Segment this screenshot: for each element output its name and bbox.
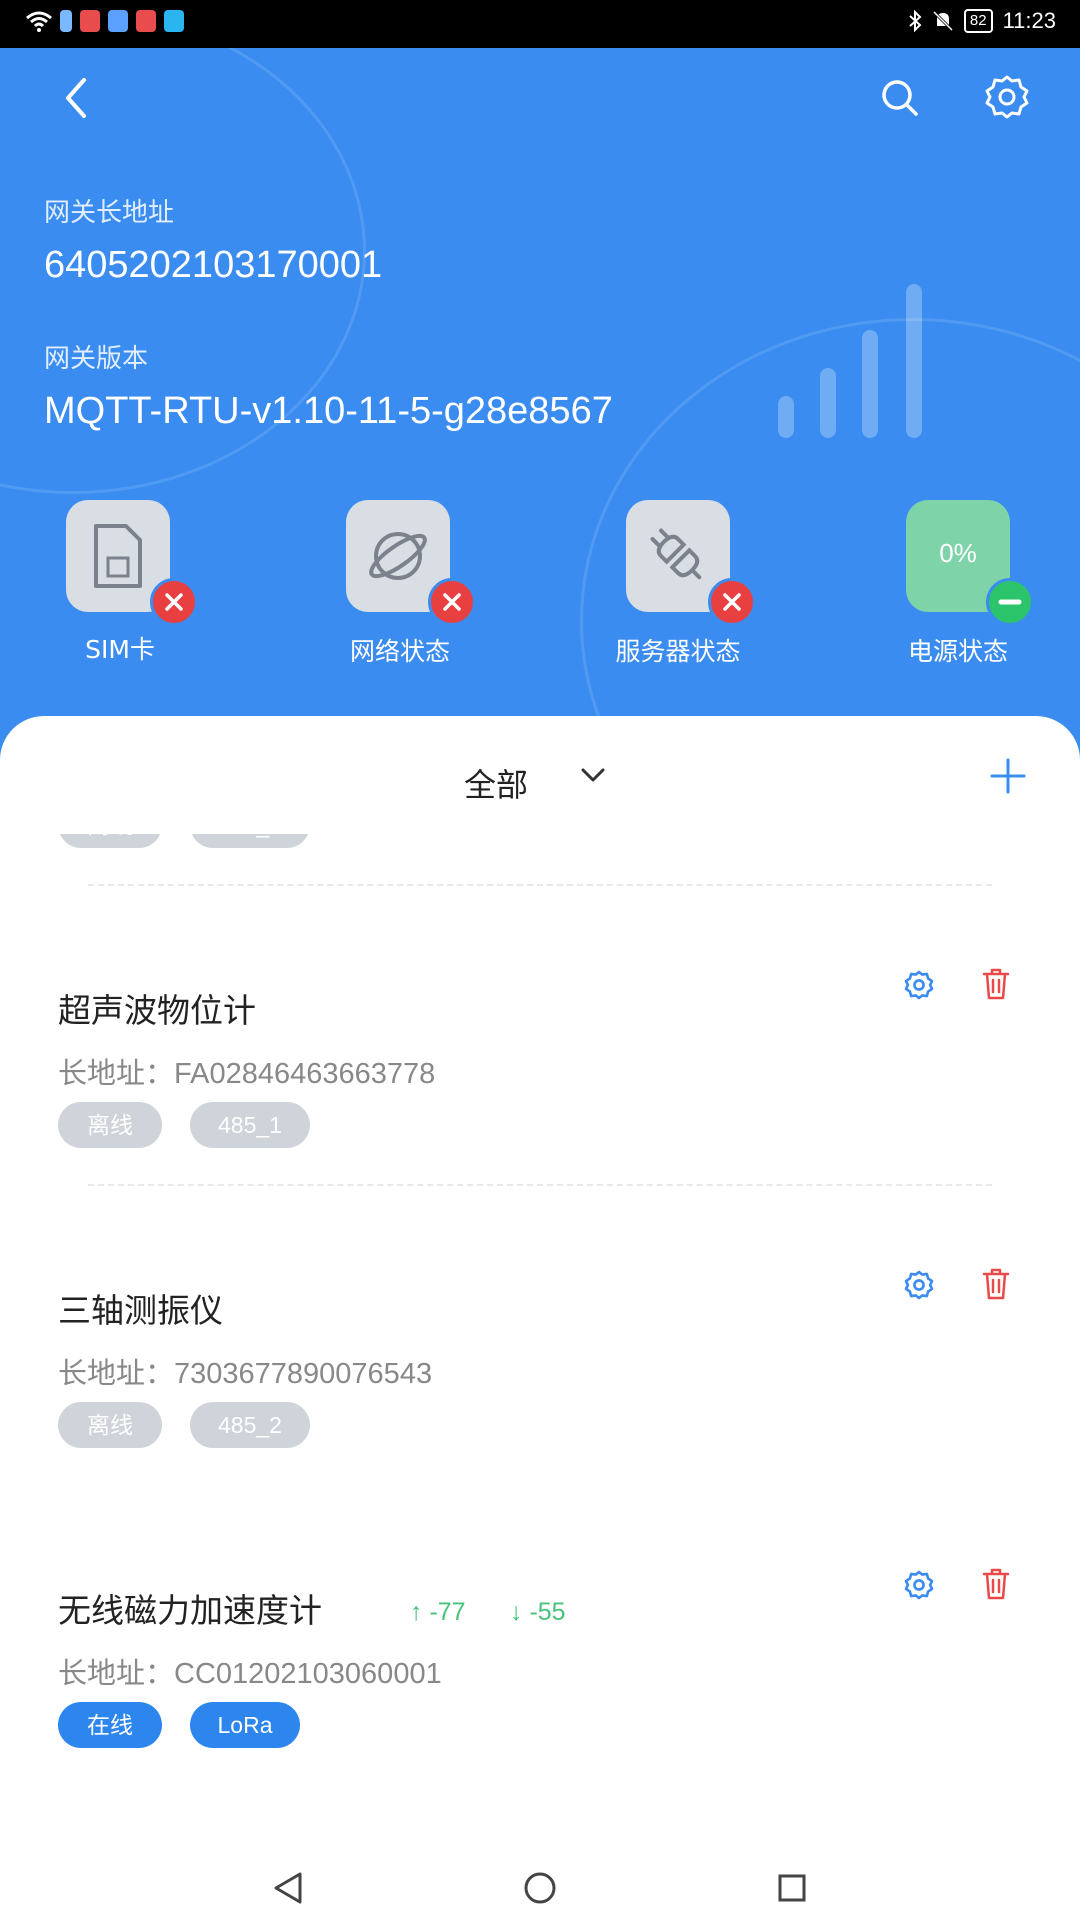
nav-back-icon[interactable] bbox=[272, 1870, 306, 1906]
minus-icon bbox=[998, 599, 1022, 605]
nav-recents-icon[interactable] bbox=[776, 1872, 808, 1904]
status-bar: 82 11:23 bbox=[0, 0, 1080, 48]
sim-status-tile[interactable] bbox=[66, 500, 198, 626]
divider bbox=[88, 884, 992, 886]
device-address: 长地址：FA02846463663778 bbox=[58, 1058, 436, 1090]
chevron-down-icon[interactable] bbox=[578, 760, 608, 790]
gateway-address-label: 网关长地址 bbox=[44, 198, 175, 228]
plug-icon bbox=[650, 528, 702, 580]
arrow-up-icon: ↑ bbox=[410, 1598, 430, 1626]
device-item[interactable]: 离线 485_1 bbox=[0, 834, 1080, 894]
search-app-icon bbox=[164, 10, 184, 32]
mute-bell-icon bbox=[932, 10, 953, 32]
device-name: 无线磁力加速度计 bbox=[58, 1591, 322, 1630]
device-list: 离线 485_1 超声波物位计 长地址：FA02846463663778 离线 … bbox=[0, 834, 1080, 1886]
error-badge bbox=[150, 578, 198, 626]
bluetooth-icon bbox=[909, 10, 922, 32]
status-tag: 离线 bbox=[58, 1102, 162, 1148]
device-name: 超声波物位计 bbox=[58, 991, 256, 1030]
device-list-card: 全部 离线 485_1 超声波物位计 长地址：FA02846463663778 … bbox=[0, 716, 1080, 1886]
signal-down: ↓ -55 bbox=[510, 1598, 566, 1626]
gear-icon[interactable] bbox=[984, 74, 1030, 120]
system-nav-bar bbox=[0, 1856, 1080, 1920]
power-percent: 0% bbox=[939, 538, 977, 568]
app-icon bbox=[80, 10, 100, 32]
device-address: 长地址：7303677890076543 bbox=[58, 1358, 433, 1390]
gateway-address: 6405202103170001 bbox=[44, 244, 383, 286]
port-tag: 485_1 bbox=[190, 834, 310, 848]
close-icon bbox=[723, 593, 741, 611]
decor-signal-bar bbox=[862, 330, 878, 438]
signal-up: ↑ -77 bbox=[410, 1598, 466, 1626]
device-settings-icon[interactable] bbox=[904, 1270, 934, 1300]
close-icon bbox=[165, 593, 183, 611]
port-tag: 485_1 bbox=[190, 1102, 310, 1148]
wifi-icon bbox=[26, 11, 52, 32]
status-tag: 离线 bbox=[58, 1402, 162, 1448]
status-bar-notifications bbox=[26, 10, 184, 32]
status-bar-system: 82 11:23 bbox=[908, 8, 1056, 34]
music-icon bbox=[108, 10, 128, 32]
port-tag: 485_2 bbox=[190, 1402, 310, 1448]
divider bbox=[88, 1184, 992, 1186]
device-item[interactable]: 三轴测振仪 长地址：7303677890076543 离线 485_2 bbox=[0, 1194, 1080, 1494]
sim-icon bbox=[60, 10, 72, 32]
device-address: 长地址：CC01202103060001 bbox=[58, 1658, 442, 1690]
error-badge bbox=[708, 578, 756, 626]
clock: 11:23 bbox=[1002, 8, 1056, 33]
search-icon[interactable] bbox=[880, 78, 920, 118]
server-status-label: 服务器状态 bbox=[615, 637, 741, 666]
device-settings-icon[interactable] bbox=[904, 970, 934, 1000]
gateway-version-label: 网关版本 bbox=[44, 344, 149, 374]
error-badge bbox=[428, 578, 476, 626]
delete-icon[interactable] bbox=[982, 1268, 1010, 1300]
decor-signal-bar bbox=[906, 284, 922, 438]
battery-icon: 82 bbox=[963, 9, 993, 33]
device-item[interactable]: 无线磁力加速度计 ↑ -77 ↓ -55 长地址：CC0120210306000… bbox=[0, 1494, 1080, 1794]
power-status-tile[interactable]: 0% bbox=[906, 500, 1034, 626]
delete-icon[interactable] bbox=[982, 1568, 1010, 1600]
gateway-version: MQTT-RTU-v1.10-11-5-g28e8567 bbox=[44, 390, 613, 432]
status-tag: 离线 bbox=[58, 834, 162, 848]
gateway-header: 网关长地址 6405202103170001 网关版本 MQTT-RTU-v1.… bbox=[0, 48, 1080, 760]
nav-home-icon[interactable] bbox=[522, 1870, 558, 1906]
arrow-down-icon: ↓ bbox=[510, 1598, 530, 1626]
device-settings-icon[interactable] bbox=[904, 1570, 934, 1600]
device-item[interactable]: 超声波物位计 长地址：FA02846463663778 离线 485_1 bbox=[0, 894, 1080, 1194]
delete-icon[interactable] bbox=[982, 968, 1010, 1000]
filter-selected[interactable]: 全部 bbox=[464, 760, 528, 806]
plus-icon[interactable] bbox=[990, 758, 1026, 794]
decor-signal-bar bbox=[778, 396, 794, 438]
server-status-tile[interactable] bbox=[626, 500, 756, 626]
network-status-tile[interactable] bbox=[346, 500, 476, 626]
power-status-label: 电源状态 bbox=[907, 637, 1008, 666]
close-icon bbox=[443, 593, 461, 611]
minus-badge bbox=[986, 578, 1034, 626]
sim-status-label: SIM卡 bbox=[85, 635, 155, 664]
status-tag: 在线 bbox=[58, 1702, 162, 1748]
protocol-tag: LoRa bbox=[190, 1702, 300, 1748]
device-name: 三轴测振仪 bbox=[58, 1291, 223, 1330]
decor-signal-bar bbox=[820, 368, 836, 438]
sim-card-icon bbox=[94, 524, 142, 588]
network-status-label: 网络状态 bbox=[349, 637, 450, 666]
planet-icon bbox=[369, 532, 427, 580]
back-arrow-icon[interactable] bbox=[60, 74, 92, 122]
app-icon bbox=[136, 10, 156, 32]
